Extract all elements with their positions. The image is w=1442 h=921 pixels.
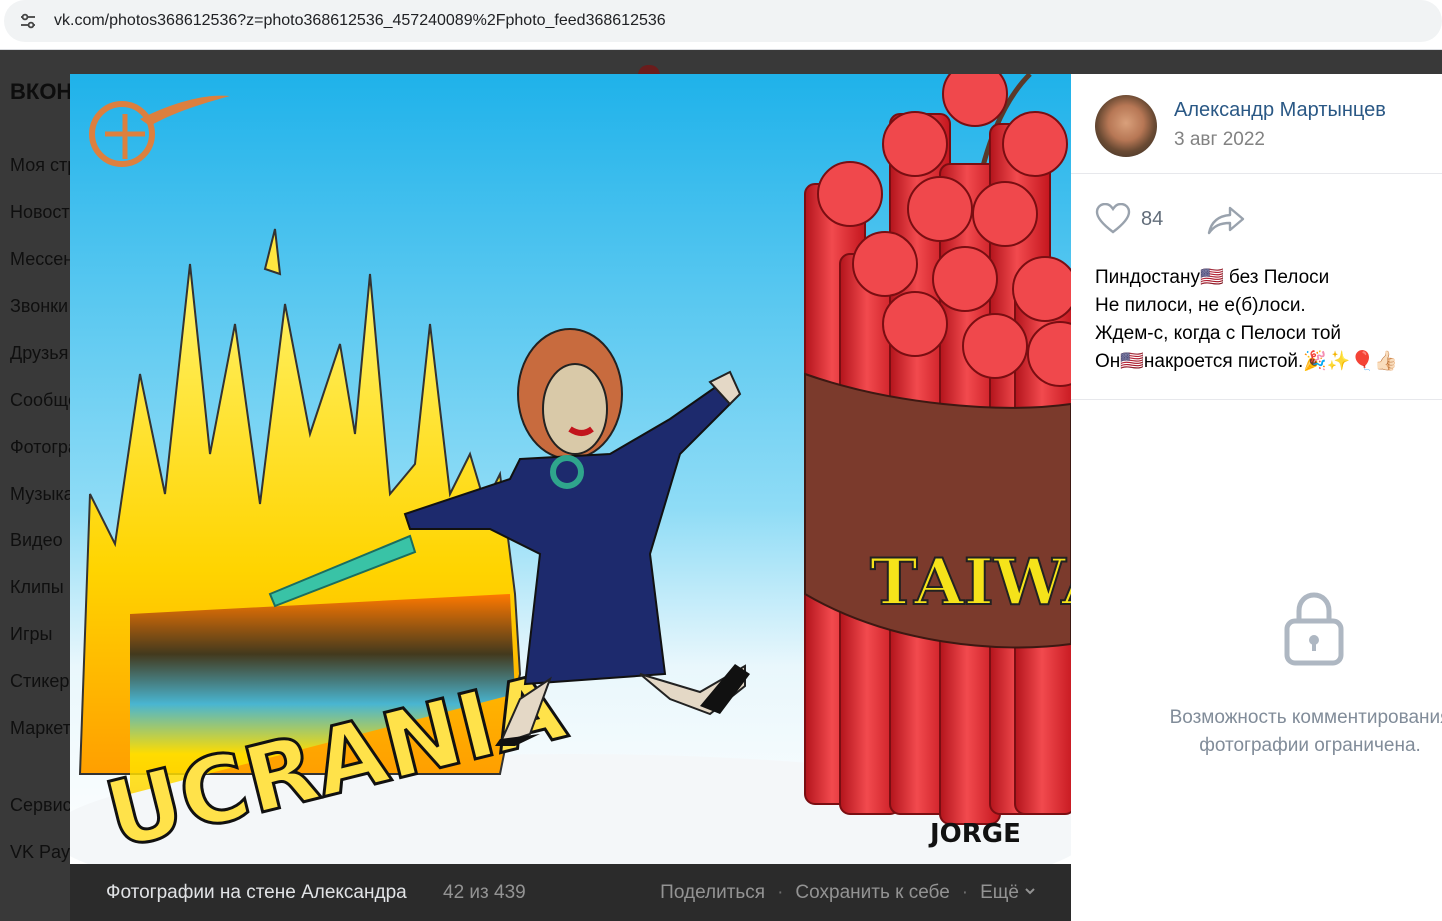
photo-viewer: UCRANIA TAIW JORGE Фотографии на стене А… — [70, 74, 1442, 921]
sidebar-item[interactable]: Музыка — [10, 484, 70, 505]
sidebar-item[interactable]: Сервисы — [10, 795, 70, 816]
photo[interactable]: UCRANIA TAIW JORGE — [70, 74, 1071, 864]
sidebar-item[interactable]: Видео — [10, 530, 70, 551]
artist-signature: JORGE — [928, 819, 1021, 849]
browser-address-bar: vk.com/photos368612536?z=photo368612536_… — [0, 0, 1442, 50]
sidebar-item[interactable]: Новости — [10, 202, 70, 223]
post-info-panel: Александр Мартынцев 3 авг 2022 84 Пиндос… — [1071, 74, 1442, 921]
sidebar-item[interactable]: Фотографии — [10, 437, 70, 458]
lock-icon — [1284, 592, 1344, 666]
album-title[interactable]: Фотографии на стене Александра — [106, 882, 407, 904]
heart-icon[interactable] — [1095, 203, 1131, 235]
sidebar-item[interactable]: Сообщества — [10, 390, 70, 411]
cartoon-image: UCRANIA TAIW JORGE — [70, 74, 1071, 864]
chevron-down-icon — [1025, 888, 1035, 895]
save-link[interactable]: Сохранить к себе — [795, 882, 949, 904]
svg-text:JORGE: JORGE — [928, 819, 1021, 849]
sidebar-item[interactable]: Звонки — [10, 296, 70, 317]
caption-line: Не пилоси, не е(б)лоси. — [1095, 295, 1306, 316]
notice-line: фотографии ограничена. — [1199, 735, 1421, 756]
caption-line: Ждем-с, когда с Пелоси той — [1095, 323, 1342, 344]
photo-actions: Поделиться · Сохранить к себе · Ещё — [660, 882, 1037, 904]
share-link[interactable]: Поделиться — [660, 882, 765, 904]
vk-logo: ВКОНТАКТЕ — [10, 79, 70, 104]
separator: · — [777, 882, 784, 903]
omnibox[interactable]: vk.com/photos368612536?z=photo368612536_… — [4, 0, 1442, 42]
avatar[interactable] — [1095, 95, 1157, 157]
author-name[interactable]: Александр Мартынцев — [1174, 99, 1386, 122]
dynamite-bundle: TAIWAN — [804, 74, 1071, 825]
divider — [1071, 399, 1442, 400]
like-count: 84 — [1141, 208, 1164, 230]
svg-text:TAIWAN: TAIWAN — [870, 545, 1071, 620]
photo-bottom-bar: Фотографии на стене Александра 42 из 439… — [70, 864, 1071, 921]
more-menu[interactable]: Ещё — [980, 882, 1037, 904]
sidebar-item[interactable]: VK Pay — [10, 842, 70, 863]
share-icon[interactable] — [1206, 204, 1246, 236]
separator: · — [961, 882, 969, 903]
caption-line: Пиндостану🇺🇸 без Пелоси — [1095, 267, 1330, 288]
divider — [1071, 173, 1442, 174]
url-text[interactable]: vk.com/photos368612536?z=photo368612536_… — [54, 12, 666, 30]
sidebar-item[interactable]: Мессенджер — [10, 249, 70, 270]
site-info-icon[interactable] — [18, 11, 38, 31]
photo-counter: 42 из 439 — [443, 882, 526, 903]
sidebar-item[interactable]: Друзья — [10, 343, 70, 364]
post-date[interactable]: 3 авг 2022 — [1174, 129, 1265, 151]
sidebar-item[interactable]: Моя страница — [10, 155, 70, 176]
sidebar-item[interactable]: Клипы — [10, 577, 70, 598]
sidebar-item[interactable]: Стикеры — [10, 671, 70, 692]
caption-line: Он🇺🇸накроется пистой.🎉✨🎈👍🏻 — [1095, 351, 1398, 372]
post-caption: Пиндостану🇺🇸 без Пелоси Не пилоси, не е(… — [1095, 264, 1442, 376]
sidebar-item[interactable]: Маркет — [10, 718, 70, 739]
comments-restricted-notice: Возможность комментирования фотографии о… — [1115, 704, 1442, 760]
notice-line: Возможность комментирования — [1169, 707, 1442, 728]
sidebar-item[interactable]: Игры — [10, 624, 70, 645]
more-label: Ещё — [980, 882, 1019, 903]
